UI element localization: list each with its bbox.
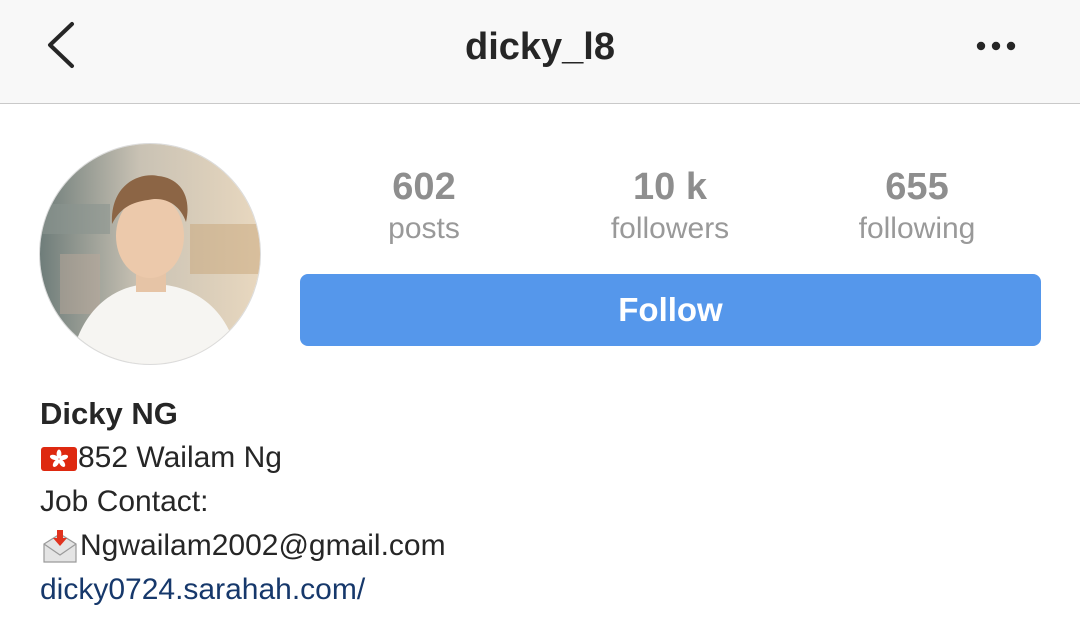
- avatar-photo: [40, 144, 260, 364]
- top-navigation-bar: dicky_l8: [0, 0, 1080, 104]
- bio-line-location: 852 Wailam Ng: [40, 436, 1040, 480]
- posts-count-stat[interactable]: 602 posts: [314, 164, 534, 248]
- following-count: 655: [885, 166, 949, 208]
- bio-job-contact-label: Job Contact:: [40, 485, 209, 518]
- bio-line-email: Ngwailam2002@gmail.com: [40, 524, 1040, 568]
- more-dots-icon: [976, 41, 1016, 51]
- profile-bio: Dicky NG 852 Wailam Ng Job Contact: Ngwa…: [40, 392, 1040, 612]
- profile-website-link[interactable]: dicky0724.sarahah.com/: [40, 568, 1040, 612]
- hong-kong-flag-icon: [40, 445, 78, 473]
- followers-count: 10 k: [633, 166, 707, 208]
- following-count-stat[interactable]: 655 following: [807, 164, 1027, 248]
- more-options-button[interactable]: [968, 24, 1024, 68]
- profile-username-title: dicky_l8: [465, 26, 615, 68]
- bio-email-text: Ngwailam2002@gmail.com: [80, 529, 446, 562]
- posts-count: 602: [392, 166, 456, 208]
- follow-button[interactable]: Follow: [300, 274, 1041, 346]
- following-label: following: [858, 212, 976, 245]
- envelope-arrow-icon: [40, 528, 80, 566]
- profile-display-name: Dicky NG: [40, 396, 178, 431]
- profile-avatar[interactable]: [39, 143, 261, 365]
- followers-count-stat[interactable]: 10 k followers: [560, 164, 780, 248]
- bio-location-text: 852 Wailam Ng: [78, 441, 282, 474]
- followers-label: followers: [610, 212, 730, 245]
- posts-label: posts: [388, 212, 460, 245]
